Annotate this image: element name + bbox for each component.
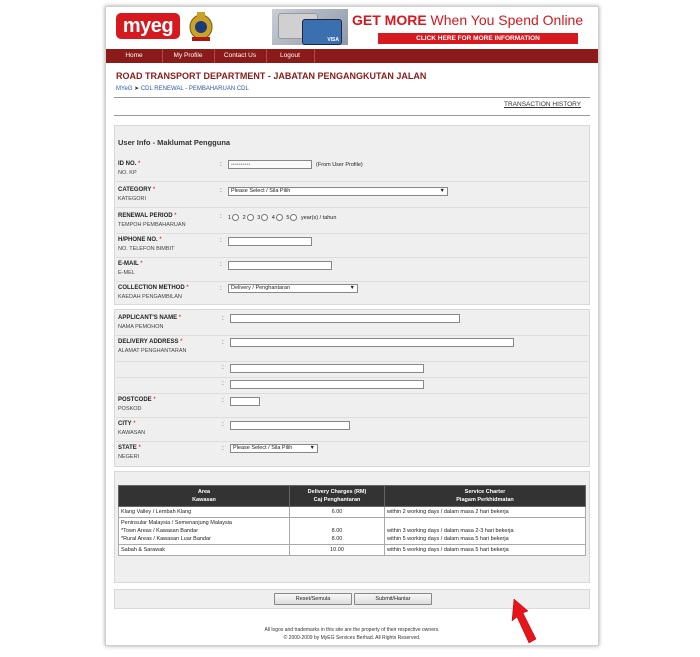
renewal-period-options: 1 2 3 4 5 year(s) / tahun bbox=[228, 214, 337, 221]
breadcrumb: MYeG ➤ CDL RENEWAL - PEMBAHARUAN CDL bbox=[116, 85, 249, 92]
collection-method-select[interactable]: Delivery / Penghantaran ▼ bbox=[228, 284, 358, 293]
more-info-button[interactable]: CLICK HERE FOR MORE INFORMATION bbox=[378, 33, 578, 44]
table-row: Klang Valley / Lembah Klang 6.00 within … bbox=[118, 506, 586, 518]
table-header: Service Charter Piagam Perkhidmatan bbox=[384, 485, 586, 507]
breadcrumb-root[interactable]: MYeG bbox=[116, 86, 132, 92]
breadcrumb-current[interactable]: CDL RENEWAL - PEMBAHARUAN CDL bbox=[141, 86, 249, 92]
address-line2-input[interactable] bbox=[230, 364, 424, 373]
id-sublabel: NO. KP bbox=[118, 170, 137, 176]
id-label: ID NO. * bbox=[118, 161, 141, 167]
nav-my-profile[interactable]: My Profile bbox=[162, 49, 215, 63]
nav-contact-us[interactable]: Contact Us bbox=[214, 49, 267, 63]
collection-row: COLLECTION METHOD * KAEDAH PENGAMBILAN :… bbox=[116, 283, 588, 303]
state-row: STATE * NEGERI : Please Select / Sila Pi… bbox=[116, 443, 588, 463]
promo-banner[interactable]: VISA GET MORE When You Spend Online CLIC… bbox=[272, 9, 592, 45]
renewal-row: RENEWAL PERIOD * TEMPOH PEMBAHARUAN : 1 … bbox=[116, 211, 588, 234]
section-title: User Info - Maklumat Pengguna bbox=[118, 138, 231, 147]
id-input[interactable]: •••••••••• bbox=[228, 160, 312, 169]
radio-2-year[interactable] bbox=[246, 214, 254, 221]
id-note: (From User Profile) bbox=[316, 162, 363, 168]
banner-title: GET MORE When You Spend Online bbox=[352, 12, 584, 28]
table-row: Peninsular Malaysia / Semenanjung Malays… bbox=[118, 517, 586, 545]
address-row-3: : bbox=[116, 379, 588, 394]
divider bbox=[114, 115, 590, 116]
postcode-row: POSTCODE * POSKOD : bbox=[116, 395, 588, 418]
credit-cards-image: VISA bbox=[272, 9, 348, 45]
department-title: ROAD TRANSPORT DEPARTMENT - JABATAN PENG… bbox=[116, 71, 427, 81]
radio-3-year[interactable] bbox=[261, 214, 269, 221]
email-input[interactable] bbox=[228, 261, 332, 270]
submit-button[interactable]: Submit/Hantar bbox=[354, 593, 432, 605]
phone-row: H/PHONE NO. * NO. TELEFON BIMBIT : bbox=[116, 235, 588, 258]
page-frame: myeg VISA GET MORE When You Spend Online… bbox=[105, 6, 599, 646]
divider bbox=[114, 97, 590, 98]
email-row: E-MAIL * E-MEL : bbox=[116, 259, 588, 282]
table-row: Sabah & Sarawak 10.00 within 5 working d… bbox=[118, 544, 586, 556]
chevron-down-icon: ▼ bbox=[439, 188, 445, 194]
nav-logout[interactable]: Logout bbox=[266, 49, 315, 63]
breadcrumb-arrow-icon: ➤ bbox=[134, 86, 140, 92]
visa-label: VISA bbox=[327, 37, 339, 43]
applicant-name-input[interactable] bbox=[230, 314, 460, 323]
phone-input[interactable] bbox=[228, 237, 312, 246]
table-header: Area Kawasan bbox=[118, 485, 290, 507]
jpj-crest-icon bbox=[189, 12, 213, 41]
id-row: ID NO. * NO. KP : •••••••••• (From User … bbox=[116, 159, 588, 182]
address-line3-input[interactable] bbox=[230, 380, 424, 389]
postcode-input[interactable] bbox=[230, 397, 260, 406]
radio-1-year[interactable] bbox=[232, 214, 240, 221]
radio-5-year[interactable] bbox=[290, 214, 298, 221]
transaction-history-link[interactable]: TRANSACTION HISTORY bbox=[504, 101, 581, 108]
city-input[interactable] bbox=[230, 421, 350, 430]
chevron-down-icon: ▼ bbox=[309, 445, 315, 451]
address-row: DELIVERY ADDRESS * ALAMAT PENGHANTARAN : bbox=[116, 337, 588, 362]
reset-button[interactable]: Reset/Semula bbox=[274, 593, 352, 605]
main-nav: Home My Profile Contact Us Logout bbox=[106, 49, 598, 63]
site-header: myeg VISA GET MORE When You Spend Online… bbox=[106, 7, 598, 47]
chevron-down-icon: ▼ bbox=[349, 285, 355, 291]
city-row: CITY * KAWASAN : bbox=[116, 419, 588, 442]
myeg-logo[interactable]: myeg bbox=[116, 13, 180, 39]
category-row: CATEGORY * KATEGORI : Please Select / Si… bbox=[116, 185, 588, 208]
table-header: Delivery Charges (RM) Caj Penghantaran bbox=[289, 485, 385, 507]
nav-home[interactable]: Home bbox=[106, 49, 163, 63]
delivery-charges-table: Area Kawasan Delivery Charges (RM) Caj Pen… bbox=[118, 485, 586, 556]
address-line1-input[interactable] bbox=[230, 338, 514, 347]
pointer-arrow-icon bbox=[511, 598, 537, 644]
radio-4-year[interactable] bbox=[275, 214, 283, 221]
address-row-2: : bbox=[116, 363, 588, 378]
category-select[interactable]: Please Select / Sila Pilih ▼ bbox=[228, 187, 448, 196]
applicant-row: APPLICANT'S NAME * NAMA PEMOHON : bbox=[116, 313, 588, 336]
state-select[interactable]: Please Select / Sila Pilih ▼ bbox=[230, 444, 318, 453]
